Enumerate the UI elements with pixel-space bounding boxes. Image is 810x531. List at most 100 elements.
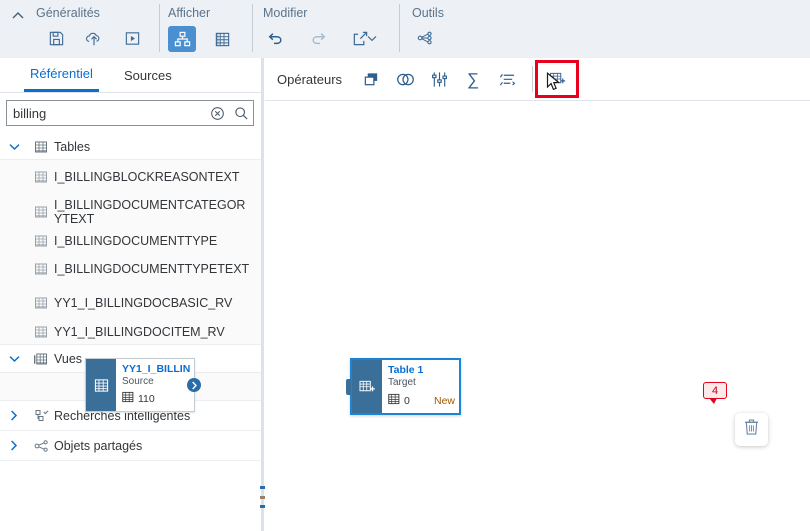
tab-sources[interactable]: Sources [118,58,178,92]
tree-indent-spacer [0,320,28,344]
tab-referentiel[interactable]: Référentiel [24,58,99,92]
node-issue-badge[interactable]: 4 [703,382,727,399]
tree-group-label: Tables [54,140,100,154]
table-icon [28,296,54,310]
graph-canvas[interactable] [265,101,810,531]
ribbon-group-title: Outils [412,6,444,20]
search-input[interactable] [7,106,205,121]
chevron-down-icon[interactable] [0,345,28,372]
tree-group-label: Objets partagés [54,439,152,453]
diagram-view-icon[interactable] [168,26,196,52]
shared-objects-icon [28,439,54,453]
ribbon-group-title: Afficher [168,6,210,20]
lineage-graph-icon[interactable] [412,26,438,50]
tree-item-label: I_BILLINGDOCUMENTTYPETEXT [54,262,259,276]
chevron-right-icon[interactable] [0,431,28,460]
table-icon [388,392,400,410]
trash-icon [743,418,760,441]
redo-icon[interactable] [305,26,331,50]
toolbar-divider [532,66,533,92]
node-subtitle: Target [388,376,455,389]
projection-operator-icon[interactable] [356,65,386,93]
tree-item-table[interactable]: I_BILLINGBLOCKREASONTEXT [0,160,261,195]
tree-group-objets-partages[interactable]: Objets partagés [0,431,261,461]
table-icon [28,205,54,219]
node-footer: 0 New [388,392,455,410]
rank-sort-operator-icon[interactable] [492,65,522,93]
node-title: Table 1 [388,364,455,376]
chevron-down-icon[interactable] [0,135,28,159]
tree-indent-spacer [0,252,28,286]
tab-label: Sources [124,68,172,83]
clear-circle-icon[interactable] [205,101,229,125]
target-node[interactable]: Table 1 Target 0 New [350,358,461,415]
chevron-up-icon[interactable] [11,9,25,23]
search-icon[interactable] [229,101,253,125]
tree-item-table[interactable]: I_BILLINGDOCUMENTCATEGORYTEXT [0,195,261,230]
tree-item-table[interactable]: I_BILLINGDOCUMENTTYPETEXT [0,252,261,287]
node-subtitle: Source [122,375,190,388]
node-input-port[interactable] [346,379,351,395]
aggregation-sum-operator-icon[interactable]: ∑ [458,65,488,93]
smart-search-icon [28,409,54,423]
application-window: Généralités Afficher [0,0,810,531]
left-panel: Référentiel Sources [0,58,262,531]
table-icon [28,325,54,339]
chevron-down-icon[interactable] [365,28,379,48]
left-panel-tabbar: Référentiel Sources [0,58,261,93]
tree-item-table[interactable]: YY1_I_BILLINGDOCBASIC_RV [0,287,261,320]
ribbon-divider [399,4,400,52]
tree-indent-spacer [0,160,28,194]
tree-indent-spacer [0,230,28,251]
table-icon [86,359,116,411]
ribbon-group-title: Généralités [36,6,100,20]
ribbon-divider [159,4,160,52]
table-columns-view-icon[interactable] [208,26,236,52]
operator-toolbar: Opérateurs ∑ [265,58,810,101]
deploy-cloud-upload-icon[interactable] [81,26,107,50]
table-icon [28,170,54,184]
add-table-icon[interactable] [541,66,573,92]
ribbon-group-title: Modifier [263,6,307,20]
delete-node-button[interactable] [735,413,768,446]
chevron-right-icon[interactable] [187,378,201,392]
tab-label: Référentiel [30,66,93,81]
repository-tree: Tables I_BILLINGBLOCKREASONTEXT I_BILLIN… [0,135,261,531]
table-icon [28,234,54,248]
tree-indent-spacer [0,195,28,229]
target-node-body: Table 1 Target 0 New [382,360,459,413]
panel-resize-divider[interactable] [261,58,264,531]
save-icon[interactable] [43,26,69,50]
source-node[interactable]: YY1_I_BILLIN... Source 110 [85,358,195,412]
chevron-right-icon[interactable] [0,401,28,430]
status-badge: New [434,395,455,407]
source-node-body: YY1_I_BILLIN... Source 110 [116,359,194,411]
tree-item-label: I_BILLINGBLOCKREASONTEXT [54,170,249,184]
join-operator-icon[interactable] [390,65,420,93]
tree-indent-spacer [0,287,28,319]
ribbon-divider [252,4,253,52]
undo-icon[interactable] [263,26,289,50]
tree-item-label: I_BILLINGDOCUMENTCATEGORYTEXT [54,198,261,226]
top-ribbon: Généralités Afficher [0,0,810,58]
tree-item-table[interactable]: I_BILLINGDOCUMENTTYPE [0,230,261,252]
table-icon [122,390,134,408]
editor-panel: Opérateurs ∑ [265,58,810,531]
table-icon [28,262,54,276]
node-column-count: 0 [404,395,410,407]
filter-settings-operator-icon[interactable] [424,65,454,93]
table-icon [28,140,54,154]
node-column-count: 110 [138,393,155,405]
tree-item-table[interactable]: YY1_I_BILLINGDOCITEM_RV [0,320,261,345]
node-footer: 110 [122,390,190,408]
tree-item-label: I_BILLINGDOCUMENTTYPE [54,234,227,248]
search-field[interactable] [6,100,254,126]
node-title: YY1_I_BILLIN... [122,363,190,375]
operators-label: Opérateurs [277,72,342,87]
add-table-icon [352,360,382,413]
run-preview-icon[interactable] [119,26,145,50]
tree-item-label: YY1_I_BILLINGDOCBASIC_RV [54,296,242,310]
view-icon [28,352,54,366]
tree-group-tables[interactable]: Tables [0,135,261,160]
tree-item-label: YY1_I_BILLINGDOCITEM_RV [54,325,235,339]
